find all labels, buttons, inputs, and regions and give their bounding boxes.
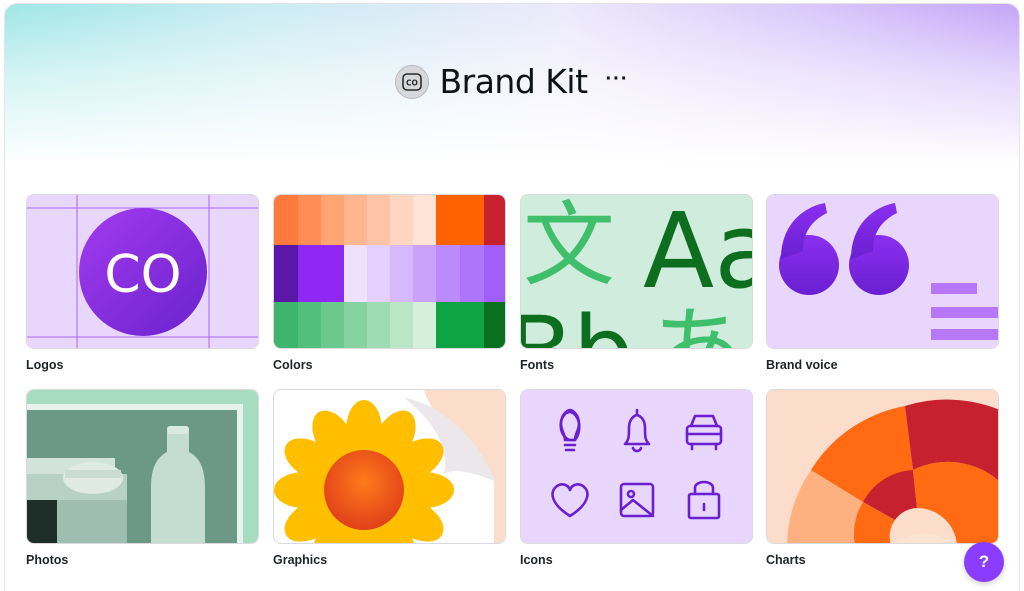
more-options-button[interactable]: ···	[606, 68, 629, 91]
brand-voice-thumbnail	[766, 194, 999, 349]
card-charts[interactable]: Charts	[766, 389, 999, 567]
svg-text:あ: あ	[649, 296, 745, 349]
logo-text: CO	[104, 245, 181, 305]
svg-text:Aa: Aa	[643, 195, 753, 312]
card-colors[interactable]: Colors	[273, 194, 506, 372]
card-label: Colors	[273, 358, 313, 372]
graphics-thumbnail	[273, 389, 506, 544]
charts-thumbnail	[766, 389, 999, 544]
logos-thumbnail: CO	[26, 194, 259, 349]
title-row: CO Brand Kit ···	[5, 62, 1019, 101]
icons-thumbnail	[520, 389, 753, 544]
fonts-thumbnail: 文 Aa Bb あ	[520, 194, 753, 349]
card-logos[interactable]: CO Logos	[26, 194, 259, 372]
card-label: Icons	[520, 553, 553, 567]
kit-avatar-icon: CO	[402, 72, 423, 91]
svg-text:文: 文	[523, 195, 615, 299]
photos-thumbnail	[26, 389, 259, 544]
card-label: Photos	[26, 553, 69, 567]
help-button[interactable]: ?	[964, 542, 1004, 582]
card-icons[interactable]: Icons	[520, 389, 753, 567]
card-graphics[interactable]: Graphics	[273, 389, 506, 567]
page-title: Brand Kit	[439, 62, 588, 101]
card-label: Graphics	[273, 553, 328, 567]
brand-kit-avatar[interactable]: CO	[395, 64, 430, 99]
card-label: Logos	[26, 358, 64, 372]
colors-thumbnail	[273, 194, 506, 349]
brand-kit-page: CO Brand Kit ··· CO Logos Colors 文 A Fon…	[5, 4, 1019, 591]
card-label: Fonts	[520, 358, 555, 372]
card-label: Brand voice	[766, 358, 838, 372]
card-fonts[interactable]: 文 Aa Bb あ Fonts	[520, 194, 753, 372]
svg-text:Bb: Bb	[521, 296, 634, 349]
card-brand-voice[interactable]: Brand voice	[766, 194, 999, 372]
svg-text:CO: CO	[407, 78, 419, 87]
card-photos[interactable]: Photos	[26, 389, 259, 567]
